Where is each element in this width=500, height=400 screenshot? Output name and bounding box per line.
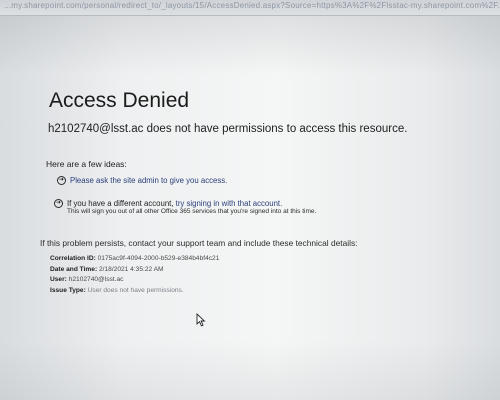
screen: ...my.sharepoint.com/personal/redirect_t… bbox=[0, 0, 500, 400]
permission-message: h2102740@lsst.ac does not have permissio… bbox=[48, 123, 408, 135]
bottom-shade bbox=[0, 340, 500, 400]
mouse-pointer-icon bbox=[196, 313, 206, 327]
issue-type-row: Issue Type: User does not have permissio… bbox=[50, 286, 219, 297]
sign-in-different-account-link[interactable]: try signing in with that account. bbox=[176, 199, 283, 208]
date-time-label: Date and Time: bbox=[50, 265, 98, 273]
issue-type-label: Issue Type: bbox=[50, 287, 86, 295]
issue-type-value: User does not have permissions. bbox=[87, 287, 184, 295]
correlation-id-row: Correlation ID: 0175ac9f-4094-2000-b529-… bbox=[50, 254, 219, 265]
date-time-row: Date and Time: 2/18/2021 4:35:22 AM bbox=[50, 265, 219, 276]
support-message: If this problem persists, contact your s… bbox=[40, 238, 358, 248]
different-account-prefix: If you have a different account, bbox=[67, 199, 176, 208]
user-label: User: bbox=[50, 276, 67, 284]
page-title: Access Denied bbox=[49, 89, 190, 112]
ideas-heading: Here are a few ideas: bbox=[46, 159, 127, 169]
user-value: h2102740@lsst.ac bbox=[68, 276, 124, 284]
request-access-link[interactable]: Please ask the site admin to give you ac… bbox=[70, 175, 227, 186]
idea-request-access: ➜ Please ask the site admin to give you … bbox=[57, 175, 227, 186]
correlation-id-label: Correlation ID: bbox=[50, 255, 96, 262]
correlation-id-value: 0175ac9f-4094-2000-b529-e384b4bf4c21 bbox=[97, 255, 220, 262]
date-time-value: 2/18/2021 4:35:22 AM bbox=[99, 265, 164, 273]
arrow-circle-icon[interactable]: ➜ bbox=[57, 176, 66, 185]
sign-out-note: This will sign you out of all other Offi… bbox=[67, 208, 317, 215]
technical-details: Correlation ID: 0175ac9f-4094-2000-b529-… bbox=[50, 254, 219, 297]
user-row: User: h2102740@lsst.ac bbox=[50, 275, 219, 286]
arrow-circle-icon[interactable]: ➜ bbox=[54, 199, 63, 208]
